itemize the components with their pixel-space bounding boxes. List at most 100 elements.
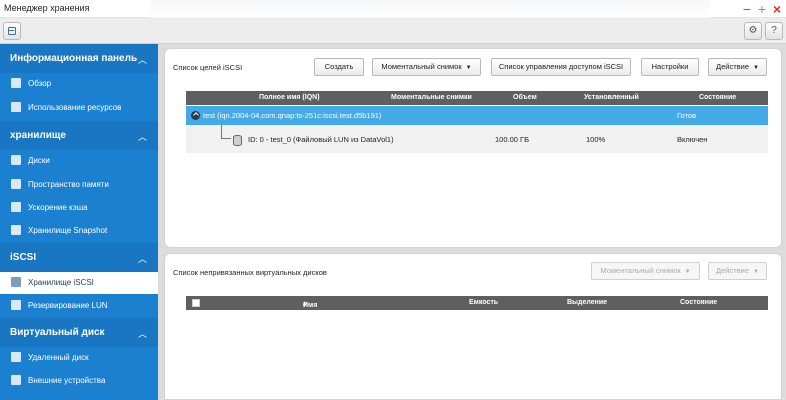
action-dropdown-button[interactable]: Действие ▼ [708, 58, 767, 76]
sidebar-item-label: Использование ресурсов [28, 103, 122, 112]
chevron-down-icon: ▼ [753, 65, 759, 71]
column-header-allocated[interactable]: Установленный [584, 94, 639, 101]
lun-capacity: 100.00 ГБ [495, 135, 530, 144]
sidebar-item-label: Пространство памяти [28, 180, 109, 189]
sidebar-section-iscsi[interactable]: iSCSI ︿ [0, 243, 158, 272]
window-title: Менеджер хранения [4, 3, 90, 13]
sidebar-item-overview[interactable]: Обзор [0, 73, 158, 95]
column-header-capacity[interactable]: Объем [513, 94, 537, 101]
sidebar-item-remote-disk[interactable]: Удаленный диск [0, 347, 158, 369]
unmapped-disks-panel: Список непривязанных виртуальных дисков … [164, 253, 782, 400]
sidebar-item-lun-backup[interactable]: Резервирование LUN [0, 295, 158, 317]
target-status: Готов [677, 111, 697, 120]
chevron-up-icon[interactable]: ︿ [138, 327, 147, 340]
sidebar-item-label: Обзор [28, 79, 52, 88]
target-name: test (iqn.2004-04.com.qnap:ts-251c:iscsi… [203, 111, 382, 120]
unmapped-action-dropdown-button[interactable]: Действие ▼ [708, 262, 767, 280]
help-icon: ? [771, 25, 777, 36]
tree-connector [221, 125, 231, 139]
sidebar-section-label: Виртуальный диск [10, 327, 105, 338]
column-header-capacity[interactable]: Емкость [469, 299, 498, 306]
settings-button-label: Настройки [651, 62, 689, 71]
sidebar-item-resource-usage[interactable]: Использование ресурсов [0, 97, 158, 119]
close-icon[interactable]: × [770, 0, 784, 18]
sidebar-item-label: Внешние устройства [28, 376, 106, 385]
chevron-down-icon: ▼ [753, 269, 759, 275]
column-header-allocation[interactable]: Выделение [567, 299, 607, 306]
snapshot-icon [11, 225, 21, 235]
remote-disk-icon [11, 352, 21, 362]
sidebar-item-label: Хранилище iSCSI [28, 278, 94, 287]
lun-allocated: 100% [586, 135, 606, 144]
maximize-icon[interactable]: + [755, 0, 769, 18]
sidebar-item-snapshot[interactable]: Хранилище Snapshot [0, 220, 158, 242]
table-row-lun[interactable]: ID: 0 - test_0 (Файловый LUN из DataVol1… [186, 125, 768, 153]
chevron-up-icon[interactable]: ︿ [138, 252, 147, 265]
sidebar-item-disks[interactable]: Диски [0, 150, 158, 172]
sidebar-section-label: хранилище [10, 130, 66, 141]
sidebar: Информационная панель ︿ Обзор Использова… [0, 44, 158, 400]
chevron-down-icon: ▼ [684, 269, 691, 275]
settings-panel-button[interactable]: Настройки [641, 58, 699, 76]
sidebar-item-iscsi-storage[interactable]: Хранилище iSCSI [0, 272, 158, 294]
sidebar-item-label: Ускорение кэша [28, 203, 88, 212]
lun-status: Включен [677, 135, 708, 144]
panel-title: Список целей iSCSI [173, 63, 243, 72]
sidebar-item-cache[interactable]: Ускорение кэша [0, 197, 158, 219]
sidebar-section-label: iSCSI [10, 252, 37, 263]
acl-button[interactable]: Список управления доступом iSCSI [491, 58, 631, 76]
iscsi-targets-panel: Список целей iSCSI Создать Моментальный … [164, 48, 782, 248]
panel-title: Список непривязанных виртуальных дисков [173, 268, 327, 277]
menu-toggle-button[interactable] [3, 22, 21, 40]
title-bar-background [150, 0, 710, 18]
sidebar-item-storage-space[interactable]: Пространство памяти [0, 174, 158, 196]
storage-space-icon [11, 179, 21, 189]
sidebar-toggle-icon [8, 27, 16, 35]
acl-button-label: Список управления доступом iSCSI [498, 62, 624, 71]
sidebar-section-label: Информационная панель [10, 53, 138, 64]
chart-icon [11, 102, 21, 112]
window-title-bar: Менеджер хранения − + × [0, 0, 786, 18]
targets-table-header: Полное имя (IQN) Моментальные снимки Объ… [186, 91, 768, 105]
toolbar: ⚙ ? [0, 18, 786, 44]
snapshot-dropdown-button[interactable]: Моментальный снимок ▼ [372, 58, 481, 76]
gear-icon: ⚙ [748, 25, 758, 36]
column-header-status[interactable]: Состояние [680, 299, 717, 306]
iscsi-storage-icon [11, 277, 21, 287]
help-button[interactable]: ? [765, 22, 783, 40]
sidebar-item-external-devices[interactable]: Внешние устройства [0, 370, 158, 392]
lun-backup-icon [11, 300, 21, 310]
create-button-label: Создать [324, 62, 354, 71]
overview-icon [11, 78, 21, 88]
sidebar-item-label: Хранилище Snapshot [28, 226, 108, 235]
sidebar-item-label: Диски [28, 156, 50, 165]
create-button[interactable]: Создать [314, 58, 364, 76]
minimize-icon[interactable]: − [740, 0, 754, 18]
table-row-target[interactable]: test (iqn.2004-04.com.qnap:ts-251c:iscsi… [186, 106, 768, 125]
column-header-name-label: Имя [303, 302, 318, 309]
select-all-checkbox[interactable] [192, 299, 200, 307]
sidebar-section-storage[interactable]: хранилище ︿ [0, 121, 158, 150]
unmapped-snapshot-dropdown-button[interactable]: Моментальный снимок ▼ [591, 262, 700, 280]
snapshot-button-label: Моментальный снимок [381, 62, 462, 71]
action-button-label: Действие [716, 62, 750, 71]
snapshot-button-label: Моментальный снимок [600, 266, 681, 275]
column-header-iqn[interactable]: Полное имя (IQN) [259, 94, 320, 101]
chevron-up-icon[interactable]: ︿ [138, 53, 147, 66]
chevron-down-icon: ▼ [465, 65, 472, 71]
column-header-name[interactable]: Имя ▴ [303, 299, 317, 309]
sidebar-section-virtual-disk[interactable]: Виртуальный диск ︿ [0, 318, 158, 347]
action-button-label: Действие [716, 266, 750, 275]
settings-button[interactable]: ⚙ [744, 22, 762, 40]
disk-icon [11, 155, 21, 165]
column-header-snapshots[interactable]: Моментальные снимки [391, 94, 472, 101]
collapse-icon[interactable] [191, 111, 200, 120]
sidebar-section-dashboard[interactable]: Информационная панель ︿ [0, 44, 158, 73]
unmapped-table-header: Имя ▴ Емкость Выделение Состояние [186, 296, 768, 310]
cache-icon [11, 202, 21, 212]
chevron-up-icon[interactable]: ︿ [138, 130, 147, 143]
lun-name: ID: 0 - test_0 (Файловый LUN из DataVol1… [248, 135, 394, 144]
column-header-status[interactable]: Состояние [699, 94, 736, 101]
sidebar-item-label: Удаленный диск [28, 353, 89, 362]
sidebar-item-label: Резервирование LUN [28, 301, 108, 310]
